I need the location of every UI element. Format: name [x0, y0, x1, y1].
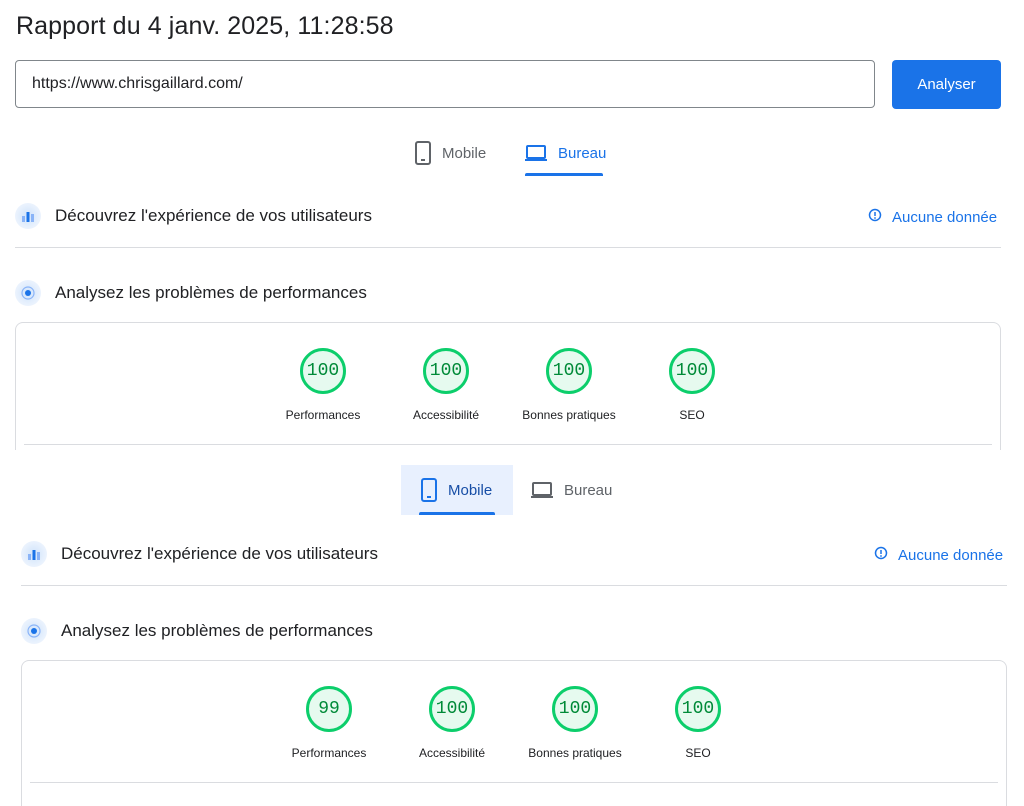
score-gauge-best-practices[interactable]: 100 Bonnes pratiques: [513, 686, 637, 760]
no-data-label: Aucune donnée: [898, 546, 1004, 564]
users-chart-icon: [21, 541, 47, 567]
performance-icon: [21, 618, 47, 644]
tab-mobile-label: Mobile: [442, 144, 487, 162]
score-gauge-performance[interactable]: 99 Performances: [267, 686, 391, 760]
score-value: 100: [546, 348, 592, 394]
perf-section-title: Analysez les problèmes de performances: [61, 621, 373, 640]
tab-desktop-label: Bureau: [558, 144, 607, 162]
no-data-label: Aucune donnée: [892, 208, 998, 226]
score-gauge-best-practices[interactable]: 100 Bonnes pratiques: [507, 348, 631, 422]
score-label: Performances: [285, 408, 361, 422]
info-icon: [868, 208, 882, 226]
perf-section-title: Analysez les problèmes de performances: [55, 283, 367, 302]
tab-mobile[interactable]: Mobile: [414, 130, 486, 176]
ux-section-header[interactable]: Découvrez l'expérience de vos utilisateu…: [15, 203, 372, 229]
ux-section-header[interactable]: Découvrez l'expérience de vos utilisateu…: [21, 541, 378, 567]
score-label: Accessibilité: [412, 408, 480, 422]
score-gauge-accessibility[interactable]: 100 Accessibilité: [384, 348, 508, 422]
phone-icon: [420, 478, 438, 502]
tab-desktop[interactable]: Bureau: [524, 130, 606, 176]
phone-icon: [414, 141, 432, 165]
score-value: 100: [669, 348, 715, 394]
score-gauge-accessibility[interactable]: 100 Accessibilité: [390, 686, 514, 760]
no-data-link[interactable]: Aucune donnée: [868, 208, 997, 226]
no-data-link[interactable]: Aucune donnée: [874, 546, 1003, 564]
analyze-button[interactable]: Analyser: [892, 60, 1001, 109]
section-divider: [15, 247, 1001, 248]
card-divider: [24, 444, 992, 445]
perf-section-header[interactable]: Analysez les problèmes de performances: [21, 618, 373, 644]
score-gauge-performance[interactable]: 100 Performances: [261, 348, 385, 422]
score-label: Bonnes pratiques: [522, 408, 616, 422]
tab-desktop-label: Bureau: [564, 481, 613, 499]
performance-icon: [15, 280, 41, 306]
laptop-icon: [524, 144, 548, 162]
active-tab-indicator: [419, 512, 495, 515]
ux-section-title: Découvrez l'expérience de vos utilisateu…: [55, 206, 372, 225]
tab-mobile[interactable]: Mobile: [401, 465, 513, 515]
score-value: 100: [675, 686, 721, 732]
score-label: Bonnes pratiques: [528, 746, 622, 760]
score-label: SEO: [685, 746, 711, 760]
card-divider: [30, 782, 998, 783]
users-chart-icon: [15, 203, 41, 229]
section-divider: [21, 585, 1007, 586]
tab-desktop[interactable]: Bureau: [530, 467, 612, 513]
laptop-icon: [530, 481, 554, 499]
tab-mobile-label: Mobile: [448, 481, 493, 499]
score-label: SEO: [679, 408, 705, 422]
active-tab-indicator: [525, 173, 603, 176]
score-value: 100: [423, 348, 469, 394]
score-value: 100: [552, 686, 598, 732]
score-gauge-seo[interactable]: 100 SEO: [636, 686, 760, 760]
score-value: 99: [306, 686, 352, 732]
score-value: 100: [300, 348, 346, 394]
info-icon: [874, 546, 888, 564]
perf-section-header[interactable]: Analysez les problèmes de performances: [15, 280, 367, 306]
score-label: Performances: [291, 746, 367, 760]
page-title: Rapport du 4 janv. 2025, 11:28:58: [16, 12, 394, 40]
url-input[interactable]: [15, 60, 875, 108]
score-gauge-seo[interactable]: 100 SEO: [630, 348, 754, 422]
score-label: Accessibilité: [418, 746, 486, 760]
score-value: 100: [429, 686, 475, 732]
ux-section-title: Découvrez l'expérience de vos utilisateu…: [61, 544, 378, 563]
